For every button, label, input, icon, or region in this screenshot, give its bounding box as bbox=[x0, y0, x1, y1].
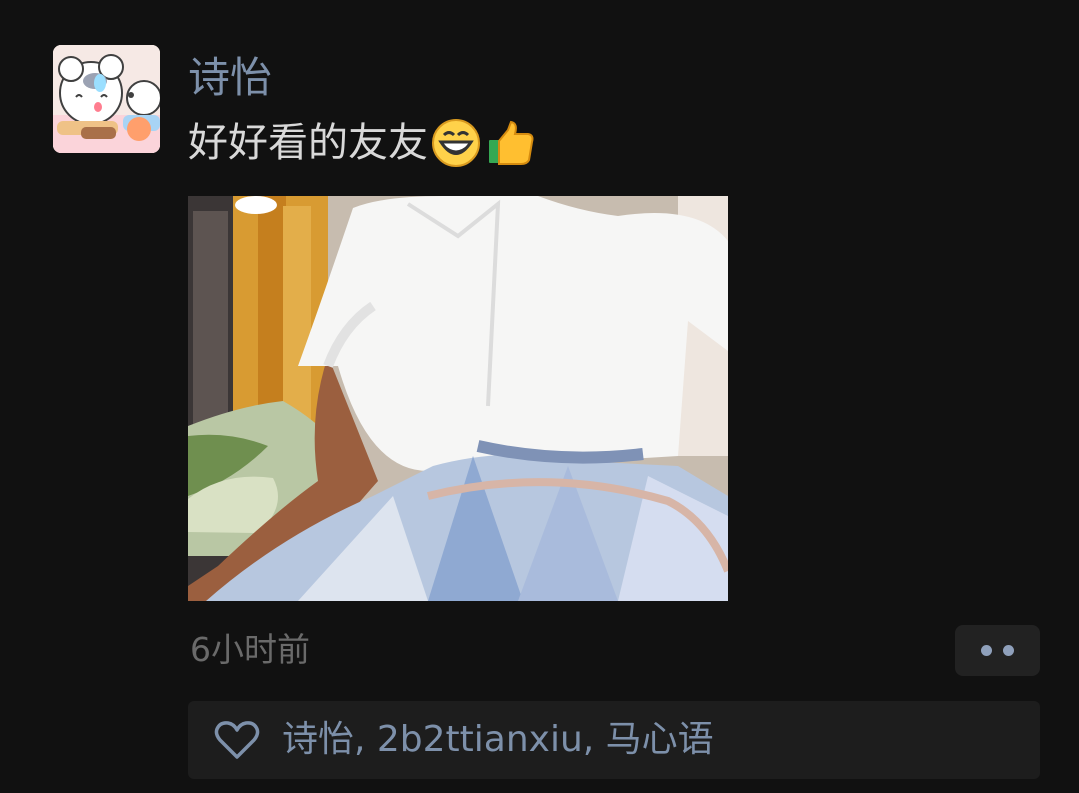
caption-text: 好好看的友友 bbox=[188, 120, 428, 166]
cartoon-cat-avatar-icon bbox=[53, 45, 160, 153]
uniform-photo-image bbox=[188, 196, 728, 601]
post-time: 6小时前 bbox=[190, 630, 310, 669]
post-photo[interactable] bbox=[188, 196, 728, 601]
more-dot-icon bbox=[981, 645, 992, 656]
username[interactable]: 诗怡 bbox=[188, 50, 272, 106]
post-caption: 好好看的友友 bbox=[188, 114, 536, 172]
grinning-face-icon bbox=[432, 119, 480, 167]
moments-post: 诗怡 好好看的友友 6小时前 诗怡, 2b2ttianxiu, 马心语 bbox=[0, 0, 1079, 793]
heart-icon bbox=[214, 721, 260, 759]
likes-bar[interactable]: 诗怡, 2b2ttianxiu, 马心语 bbox=[188, 701, 1040, 779]
like-names[interactable]: 诗怡, 2b2ttianxiu, 马心语 bbox=[282, 716, 714, 764]
avatar[interactable] bbox=[53, 45, 160, 153]
thumbs-up-icon bbox=[489, 120, 534, 165]
more-button[interactable] bbox=[955, 625, 1040, 676]
more-dot-icon bbox=[1003, 645, 1014, 656]
